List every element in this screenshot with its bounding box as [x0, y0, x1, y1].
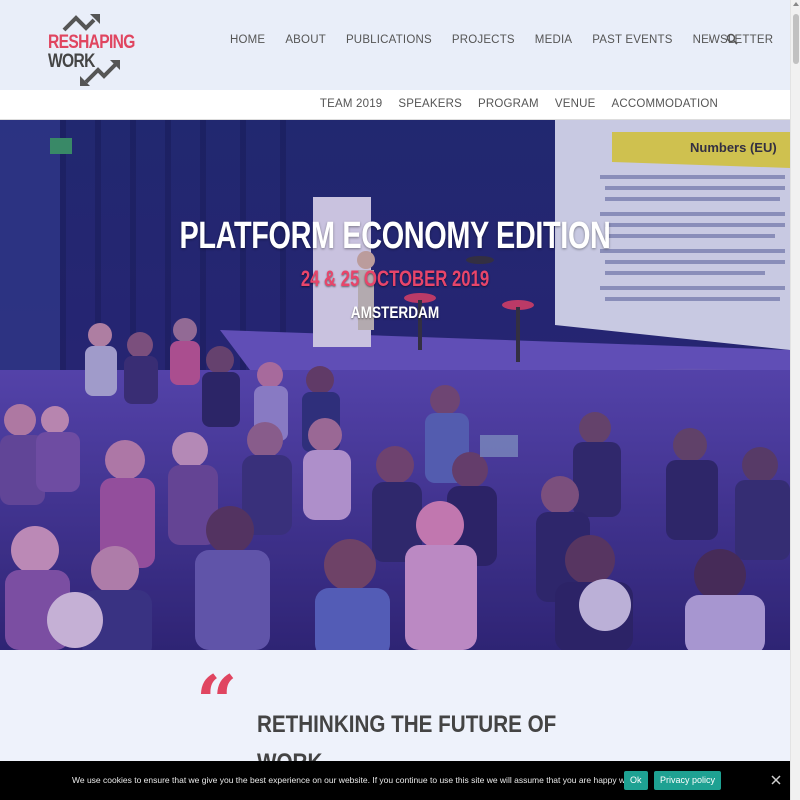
- nav-past-events[interactable]: PAST EVENTS: [592, 34, 672, 46]
- scrollbar-thumb[interactable]: [793, 14, 799, 64]
- page-scrollbar[interactable]: [790, 0, 800, 800]
- cookie-notice-text: We use cookies to ensure that we give yo…: [72, 775, 644, 785]
- nav-separator: [709, 34, 710, 42]
- quote-mark-icon: “: [196, 659, 238, 744]
- nav-home[interactable]: HOME: [230, 34, 265, 46]
- logo-text-line2: WORK: [48, 51, 95, 72]
- privacy-policy-button[interactable]: Privacy policy: [654, 771, 722, 790]
- scroll-up-icon[interactable]: [793, 2, 799, 6]
- close-icon[interactable]: [770, 774, 782, 786]
- subnav-team-2019[interactable]: TEAM 2019: [320, 98, 383, 110]
- hero-city: AMSTERDAM: [350, 303, 440, 322]
- nav-publications[interactable]: PUBLICATIONS: [346, 34, 432, 46]
- subnav-accommodation[interactable]: ACCOMMODATION: [611, 98, 718, 110]
- nav-media[interactable]: MEDIA: [535, 34, 572, 46]
- cookie-ok-button[interactable]: Ok: [624, 771, 648, 790]
- subnav-speakers[interactable]: SPEAKERS: [398, 98, 462, 110]
- subnav-venue[interactable]: VENUE: [555, 98, 596, 110]
- subnav-program[interactable]: PROGRAM: [478, 98, 539, 110]
- event-subnav: TEAM 2019 SPEAKERS PROGRAM VENUE ACCOMMO…: [0, 90, 790, 120]
- hero-conference-photo: Numbers (EU): [0, 120, 790, 650]
- hero-banner: Numbers (EU) PLATFORM ECONOMY EDITION 24…: [0, 120, 790, 650]
- site-header: RESHAPING WORK HOME ABOUT PUBLICATIONS P…: [0, 0, 790, 90]
- hero-date: 24 & 25 OCTOBER 2019: [300, 266, 490, 291]
- search-icon[interactable]: [726, 33, 738, 45]
- cookie-notice-bar: We use cookies to ensure that we give yo…: [0, 761, 790, 800]
- nav-about[interactable]: ABOUT: [285, 34, 326, 46]
- site-logo[interactable]: RESHAPING WORK: [46, 6, 135, 86]
- hero-title: PLATFORM ECONOMY EDITION: [179, 215, 611, 257]
- main-nav: HOME ABOUT PUBLICATIONS PROJECTS MEDIA P…: [220, 34, 783, 46]
- nav-projects[interactable]: PROJECTS: [452, 34, 515, 46]
- logo-text-line1: RESHAPING: [48, 32, 135, 53]
